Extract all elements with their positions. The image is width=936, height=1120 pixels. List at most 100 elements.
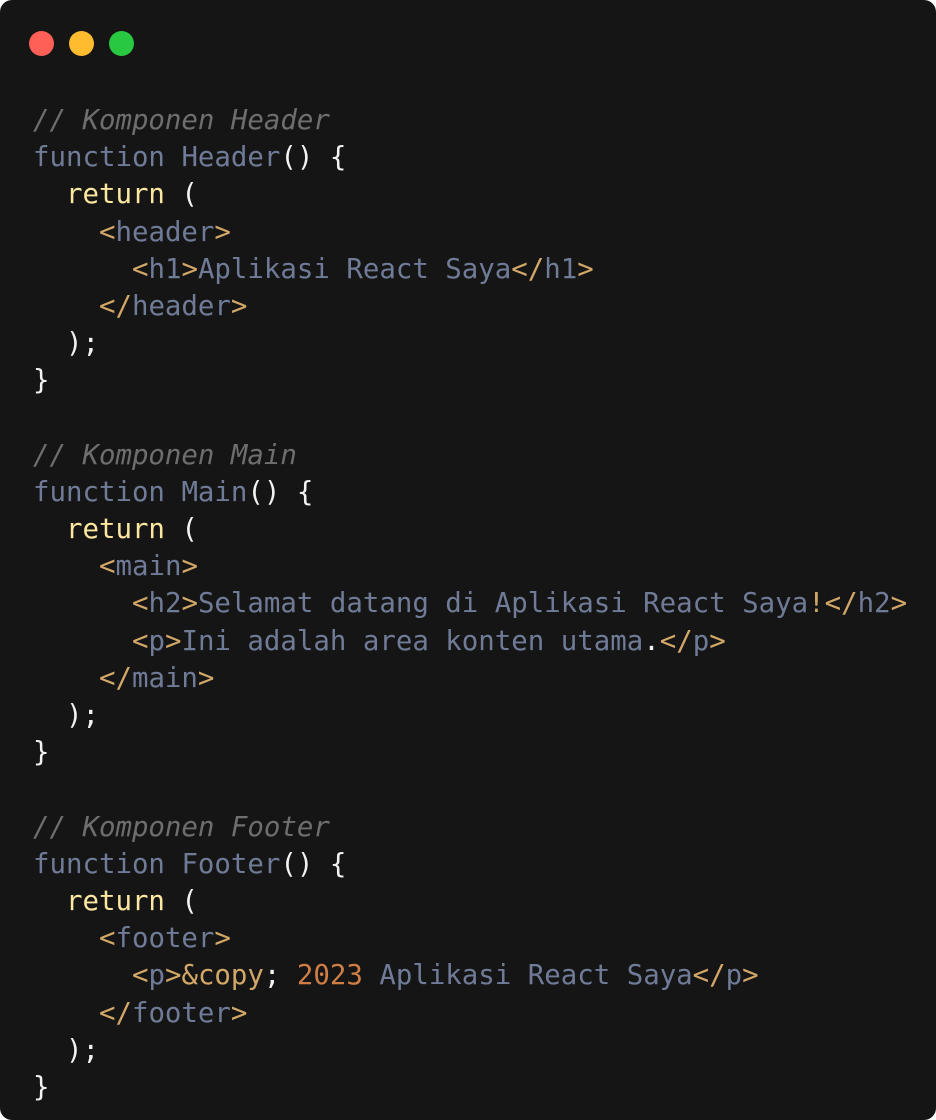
code-token: 2023 [296, 960, 363, 992]
code-token: > [742, 960, 759, 992]
code-token: h2 [857, 588, 891, 620]
code-token: < [131, 960, 149, 992]
code-token: > [230, 997, 248, 1029]
minimize-dot-icon[interactable] [69, 31, 94, 56]
code-token: > [164, 625, 182, 657]
code-token: p [148, 625, 165, 657]
code-token: ( [164, 179, 198, 211]
code-line: return ( [33, 511, 907, 548]
code-token: () { [280, 848, 347, 880]
code-token: ! [808, 588, 825, 620]
code-line: // Komponen Main [33, 437, 907, 474]
code-token: function [33, 476, 165, 508]
code-token: // Komponen Header [33, 105, 330, 136]
code-line: </main> [33, 660, 907, 697]
code-token: ( [164, 885, 198, 917]
code-token: > [709, 625, 726, 657]
code-token: > [181, 588, 198, 620]
code-token: Aplikasi React Saya [362, 960, 693, 992]
code-token: } [33, 1071, 50, 1103]
code-window: // Komponen Header function Header() { re… [0, 0, 936, 1120]
code-token: return [65, 179, 165, 211]
code-line: <footer> [33, 920, 907, 957]
code-line: // Komponen Header [33, 102, 907, 139]
close-dot-icon[interactable] [29, 31, 54, 56]
code-token: ( [164, 514, 198, 546]
code-token: return [65, 885, 165, 917]
code-line: <p>&copy; 2023 Aplikasi React Saya</p> [33, 957, 907, 994]
code-token: // Komponen Main [33, 439, 297, 471]
code-token: </ [98, 662, 132, 694]
code-token: // Komponen Footer [33, 811, 330, 843]
code-token: ; [263, 960, 297, 992]
code-token: > [197, 662, 215, 694]
code-token: main [131, 662, 198, 694]
code-token: > [230, 290, 248, 322]
code-line: </header> [33, 288, 907, 325]
code-line: } [33, 734, 907, 771]
code-token: </ [511, 253, 545, 285]
code-token: h2 [148, 588, 182, 620]
code-line: return ( [33, 883, 907, 920]
code-token: Footer [181, 848, 281, 880]
code-token: </ [98, 997, 132, 1029]
code-token: } [33, 365, 50, 397]
code-token: header [115, 216, 215, 248]
code-token: > [214, 923, 231, 955]
code-line: </footer> [33, 995, 907, 1032]
code-token: Main [181, 476, 248, 508]
code-token: footer [131, 997, 231, 1029]
code-token: Header [181, 142, 281, 174]
code-block: // Komponen Header function Header() { re… [33, 102, 907, 1106]
code-token: Ini adalah area konten utama [181, 625, 644, 657]
code-token: h1 [148, 253, 182, 285]
code-token: > [181, 253, 198, 285]
code-token: function [33, 848, 165, 880]
code-line: <header> [33, 214, 907, 251]
code-line: <main> [33, 548, 907, 585]
code-token: Selamat datang di Aplikasi React Saya [197, 588, 809, 620]
code-token: p [725, 960, 743, 992]
code-token: > [181, 551, 198, 583]
zoom-dot-icon[interactable] [109, 31, 134, 56]
code-line: <h1>Aplikasi React Saya</h1> [33, 251, 907, 288]
code-token: > [164, 960, 182, 992]
code-line: function Header() { [33, 139, 907, 176]
code-token: > [214, 216, 231, 248]
code-token: () { [247, 476, 314, 508]
code-token: header [131, 290, 231, 322]
code-line: ); [33, 1032, 907, 1069]
code-token: Aplikasi React Saya [197, 253, 512, 285]
code-token: p [148, 960, 165, 992]
code-token: > [577, 253, 594, 285]
code-token: </ [824, 588, 858, 620]
code-line: <p>Ini adalah area konten utama.</p> [33, 623, 907, 660]
code-token: function [33, 142, 165, 174]
code-token: < [98, 216, 116, 248]
code-token: < [131, 588, 149, 620]
code-line: } [33, 1069, 907, 1106]
code-token: < [131, 253, 149, 285]
code-line: return ( [33, 176, 907, 213]
code-token: </ [98, 290, 132, 322]
code-line: // Komponen Footer [33, 809, 907, 846]
code-token: </ [659, 625, 693, 657]
window-titlebar [29, 31, 149, 57]
code-token: < [131, 625, 149, 657]
code-token: > [890, 588, 908, 620]
